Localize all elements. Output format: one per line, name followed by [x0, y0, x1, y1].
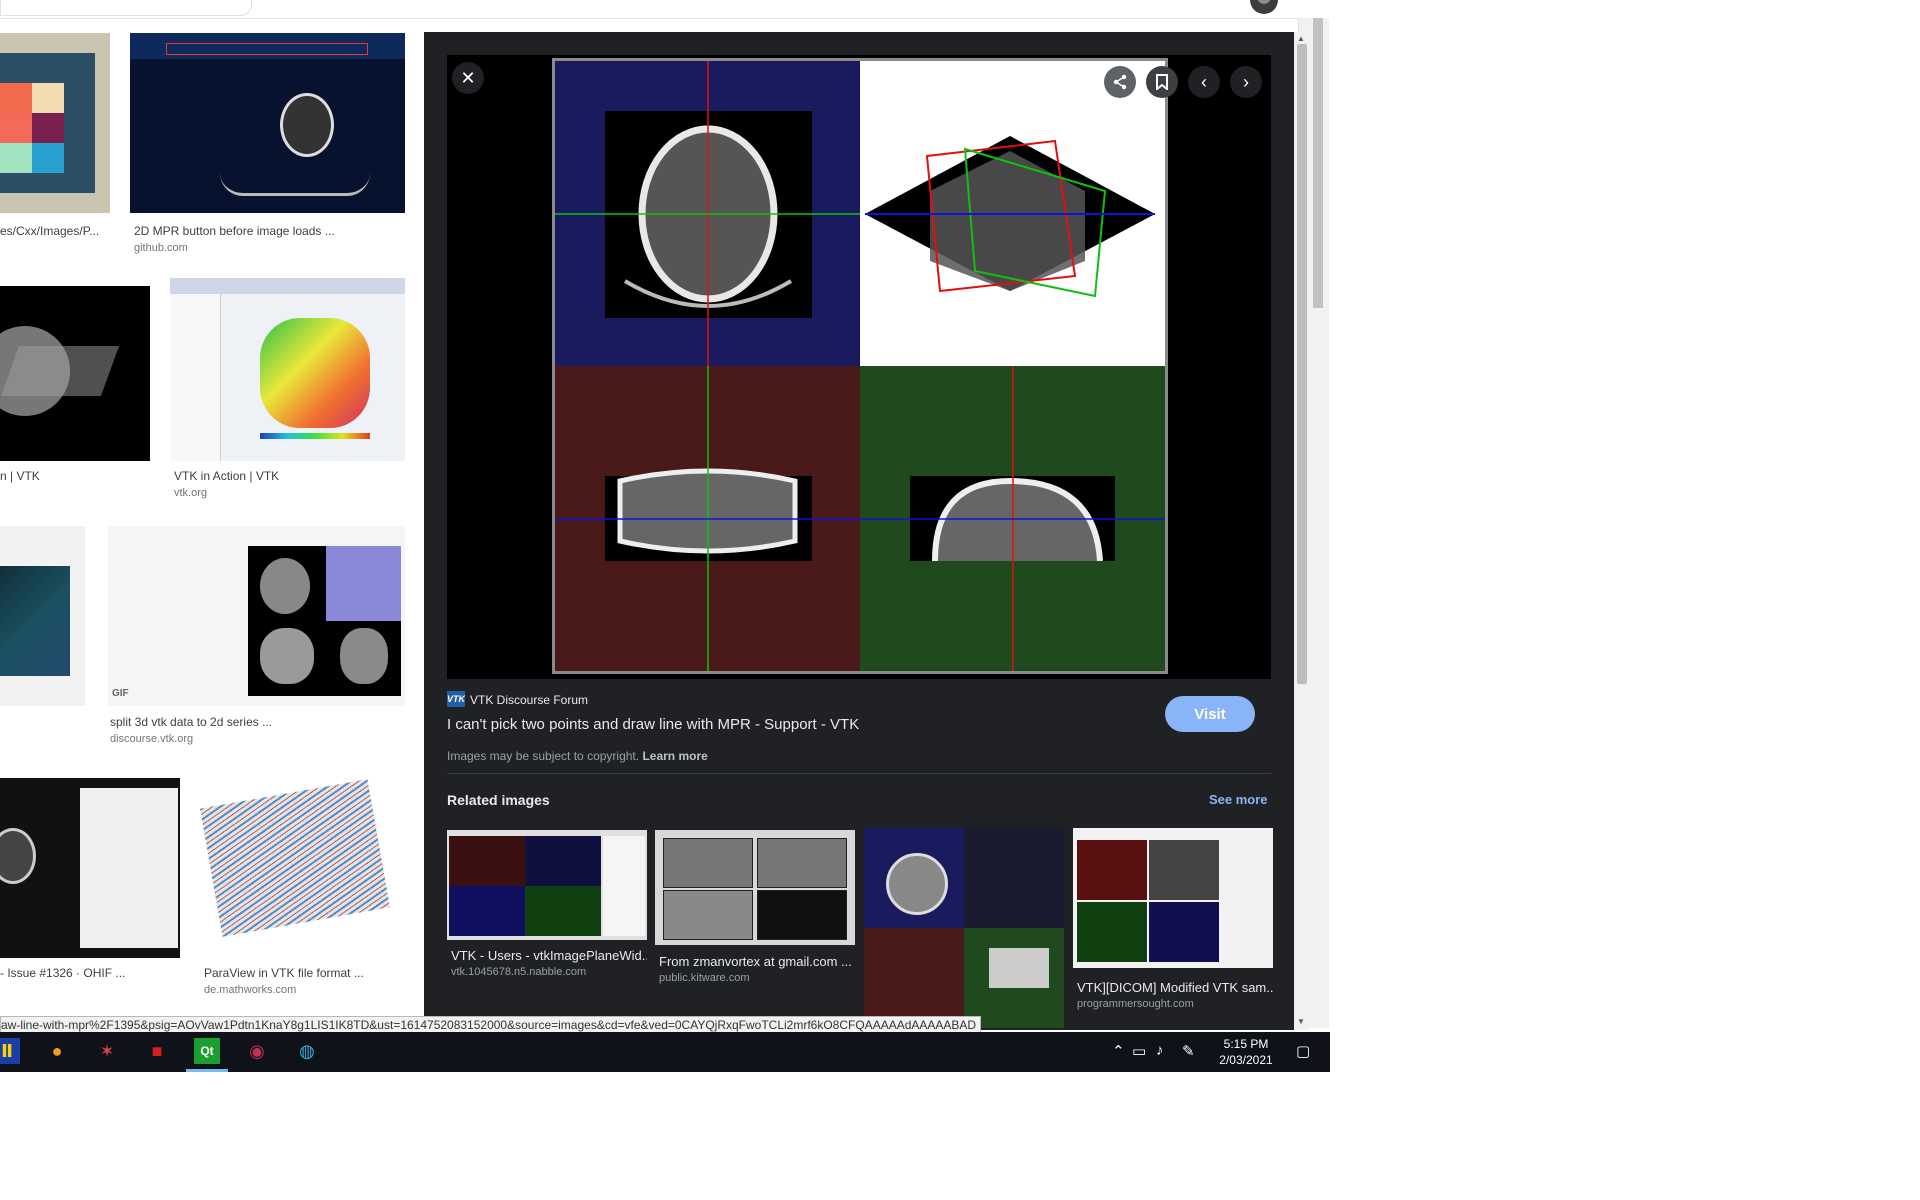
result-thumb[interactable]	[0, 526, 85, 706]
result-caption[interactable]: es/Cxx/Images/P...	[0, 224, 110, 238]
browser-top-bar	[0, 0, 1328, 19]
related-caption[interactable]: From zmanvortex at gmail.com ...	[659, 954, 855, 969]
system-clock[interactable]: 5:15 PM 2/03/2021	[1206, 1036, 1286, 1068]
result-thumb[interactable]: GIF	[108, 526, 405, 706]
result-thumb[interactable]	[170, 278, 405, 461]
image-title[interactable]: I can't pick two points and draw line wi…	[447, 716, 859, 733]
close-button[interactable]: ✕	[452, 62, 484, 94]
preview-image[interactable]	[552, 58, 1168, 674]
related-source[interactable]: public.kitware.com	[659, 972, 749, 984]
chevron-left-icon: ‹	[1201, 71, 1207, 92]
related-images-heading: Related images	[447, 792, 550, 808]
taskbar-app-icon[interactable]: Ⅱ	[0, 1038, 20, 1064]
result-caption[interactable]: n | VTK	[0, 469, 150, 483]
page-scrollbar-thumb[interactable]	[1313, 18, 1323, 308]
related-source[interactable]: vtk.1045678.n5.nabble.com	[451, 966, 586, 978]
panel-divider	[447, 773, 1271, 774]
visit-button[interactable]: Visit	[1165, 696, 1255, 732]
active-app-indicator	[186, 1069, 228, 1072]
result-thumb[interactable]	[0, 286, 150, 461]
show-hidden-icons-icon[interactable]: ⌃	[1112, 1042, 1125, 1060]
site-logo: VTK	[447, 691, 465, 707]
clock-time: 5:15 PM	[1223, 1037, 1269, 1051]
related-thumb[interactable]	[1073, 828, 1273, 968]
scroll-up-arrow-icon[interactable]: ▲	[1297, 34, 1305, 43]
previous-image-button[interactable]: ‹	[1188, 66, 1220, 98]
see-more-link[interactable]: See more	[1209, 792, 1268, 807]
result-caption[interactable]: VTK in Action | VTK	[174, 469, 404, 483]
notification-icon[interactable]: ▢	[1296, 1042, 1310, 1060]
image-results-grid: es/Cxx/Images/P... 2D MPR button before …	[0, 18, 420, 1028]
result-thumb[interactable]	[200, 773, 405, 958]
taskbar-app-icon[interactable]: Qt	[194, 1038, 220, 1064]
related-caption[interactable]: VTK][DICOM] Modified VTK sam...	[1077, 980, 1273, 995]
panel-scrollbar-thumb[interactable]	[1297, 44, 1307, 684]
taskbar-app-icon[interactable]: ◉	[244, 1038, 270, 1064]
copyright-notice: Images may be subject to copyright. Lear…	[447, 749, 708, 763]
related-thumb[interactable]	[447, 830, 647, 940]
related-caption[interactable]: VTK - Users - vtkImagePlaneWid...	[451, 948, 647, 963]
next-image-button[interactable]: ›	[1230, 66, 1262, 98]
related-thumb[interactable]	[864, 828, 1064, 1028]
mpr-screenshot	[555, 61, 1165, 671]
result-thumb[interactable]	[0, 778, 180, 958]
result-thumb[interactable]	[0, 33, 110, 213]
related-source[interactable]: programmersought.com	[1077, 998, 1194, 1010]
share-icon	[1113, 74, 1127, 90]
close-icon: ✕	[460, 67, 476, 88]
gif-badge: GIF	[112, 688, 129, 699]
result-thumb[interactable]	[130, 33, 405, 213]
network-icon[interactable]: ▭	[1132, 1042, 1146, 1060]
save-button[interactable]	[1146, 66, 1178, 98]
result-source[interactable]: github.com	[134, 242, 188, 254]
pen-icon[interactable]: ✎	[1182, 1042, 1195, 1060]
result-source[interactable]: de.mathworks.com	[204, 984, 296, 996]
result-caption[interactable]: ParaView in VTK file format ...	[204, 966, 404, 980]
scroll-down-arrow-icon[interactable]: ▼	[1297, 1017, 1305, 1026]
chevron-right-icon: ›	[1243, 71, 1249, 92]
volume-icon[interactable]: ♪	[1156, 1042, 1164, 1059]
learn-more-link[interactable]: Learn more	[642, 749, 707, 763]
related-thumb[interactable]	[655, 830, 855, 945]
result-caption[interactable]: 2D MPR button before image loads ...	[134, 224, 404, 238]
taskbar-app-icon[interactable]: ◍	[294, 1038, 320, 1064]
site-name[interactable]: VTK Discourse Forum	[470, 693, 588, 707]
share-button[interactable]	[1104, 66, 1136, 98]
account-avatar[interactable]	[1250, 0, 1278, 14]
result-caption[interactable]: split 3d vtk data to 2d series ...	[110, 715, 400, 729]
taskbar-app-icon[interactable]: ●	[44, 1038, 70, 1064]
search-box[interactable]	[0, 0, 252, 16]
taskbar-app-icon[interactable]: ■	[144, 1038, 170, 1064]
panel-scrollbar[interactable]: ▲ ▼	[1294, 32, 1310, 1030]
bookmark-icon	[1156, 74, 1168, 90]
copyright-text: Images may be subject to copyright.	[447, 749, 640, 763]
taskbar-app-icon[interactable]: ✶	[94, 1038, 120, 1064]
result-caption[interactable]: - Issue #1326 · OHIF ...	[0, 966, 180, 980]
clock-date: 2/03/2021	[1219, 1053, 1273, 1067]
result-source[interactable]: discourse.vtk.org	[110, 733, 193, 745]
result-source[interactable]: vtk.org	[174, 487, 207, 499]
